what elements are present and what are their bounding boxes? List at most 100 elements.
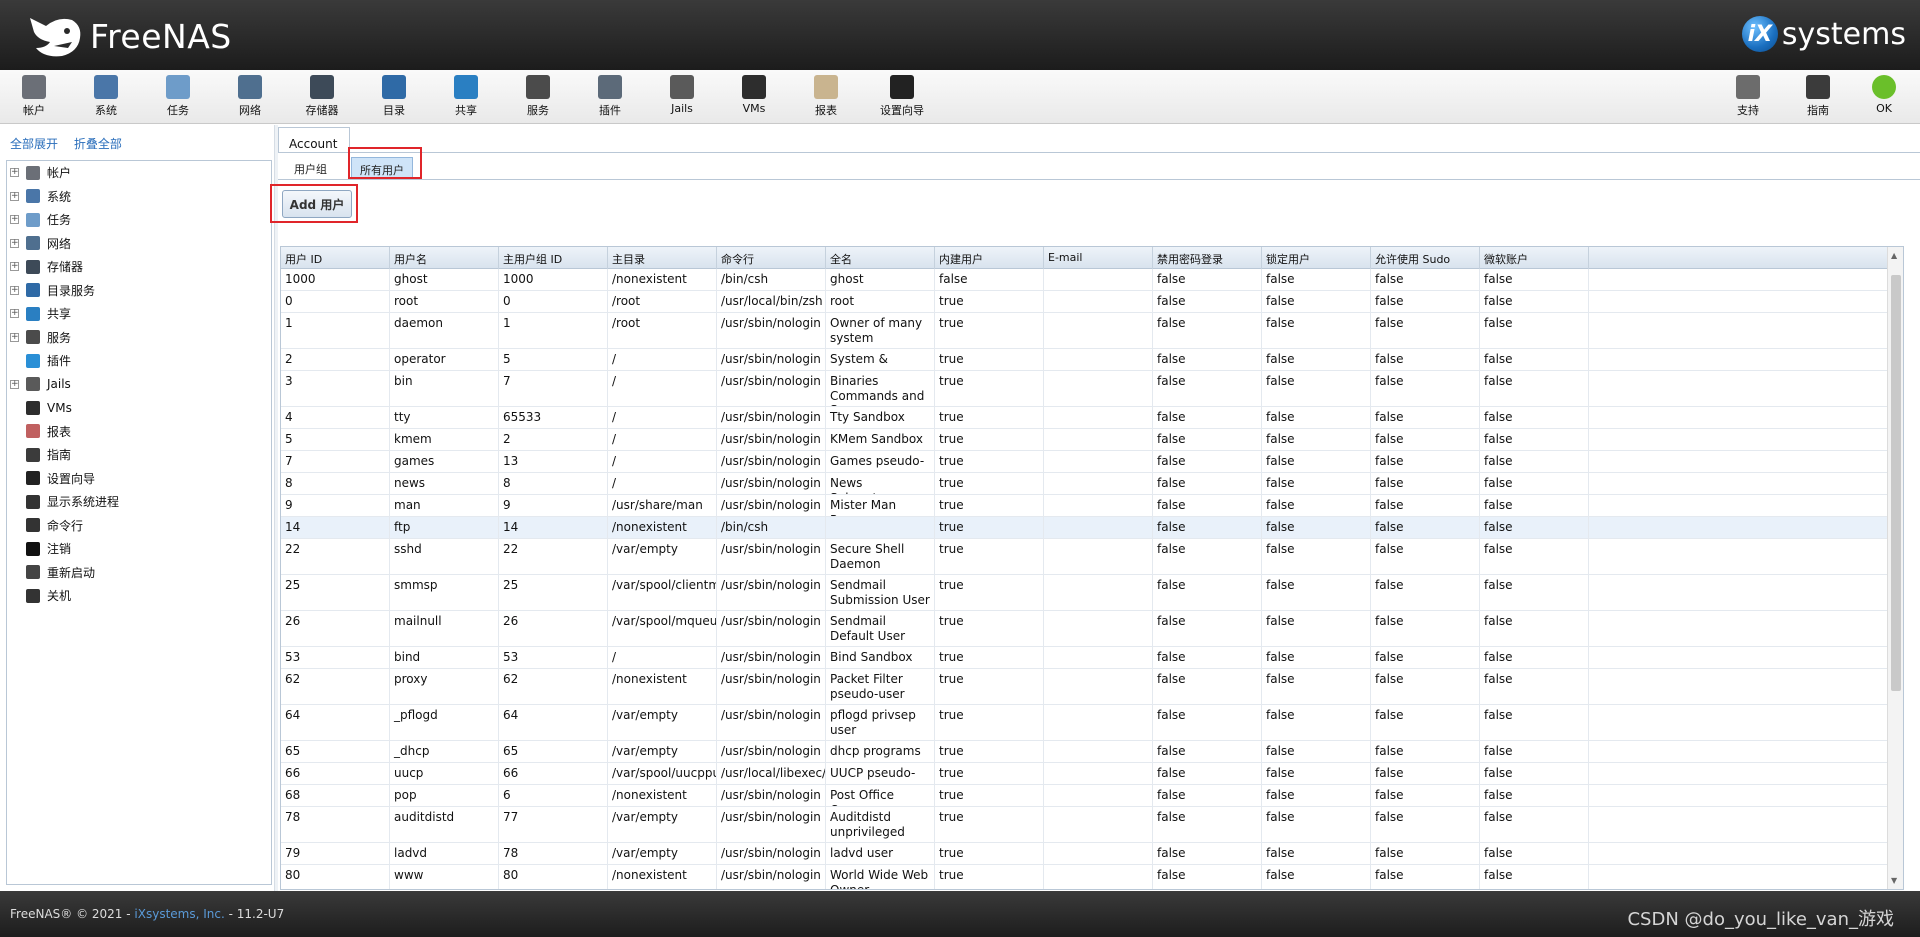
toolbar-reports-button[interactable]: 报表 xyxy=(796,75,856,118)
table-cell: / xyxy=(608,371,717,406)
column-header[interactable]: 禁用密码登录 xyxy=(1153,247,1262,269)
table-row[interactable]: 3 bin 7//usr/sbin/nologin Binaries Commands… xyxy=(281,371,1887,407)
sidebar-item-logout[interactable]: 注销 xyxy=(7,537,271,561)
shutdown-icon xyxy=(26,588,40,603)
toolbar-system-button[interactable]: 系统 xyxy=(76,75,136,118)
scrollbar-thumb[interactable] xyxy=(1891,275,1901,691)
toolbar-tasks-button[interactable]: 任务 xyxy=(148,75,208,118)
toolbar-wizard-button[interactable]: 设置向导 xyxy=(872,75,932,118)
column-header[interactable]: 命令行 xyxy=(717,247,826,269)
toolbar-users-button[interactable]: 帐户 xyxy=(4,75,64,118)
table-row[interactable]: 0 root 0/root/usr/local/bin/zsh root true fal… xyxy=(281,291,1887,313)
table-row[interactable]: 68 pop 6/nonexistent/usr/sbin/nologin Post … xyxy=(281,785,1887,807)
table-row[interactable]: 1 daemon 1/root/usr/sbin/nologin Owner of m… xyxy=(281,313,1887,349)
toolbar-support-button[interactable]: 支持 xyxy=(1718,75,1778,118)
toolbar-plugins-button[interactable]: 插件 xyxy=(580,75,640,118)
sidebar-item-network[interactable]: + 网络 xyxy=(7,232,271,256)
toolbar-guide-button[interactable]: 指南 xyxy=(1788,75,1848,118)
sidebar-item-shutdown[interactable]: 关机 xyxy=(7,584,271,608)
ixsystems-logo[interactable]: iX systems xyxy=(1741,16,1906,52)
sidebar-item-jails[interactable]: + Jails xyxy=(7,373,271,397)
sidebar-item-label: 指南 xyxy=(47,448,72,463)
sidebar-item-services[interactable]: + 服务 xyxy=(7,326,271,350)
column-header[interactable]: 锁定用户 xyxy=(1262,247,1371,269)
tab-account[interactable]: Account xyxy=(278,127,350,153)
sidebar-item-wizard[interactable]: 设置向导 xyxy=(7,467,271,491)
table-row[interactable]: 66uucp66/var/spool/uucppublic/usr/local/… xyxy=(281,763,1887,785)
toolbar-vms-button[interactable]: VMs xyxy=(724,75,784,115)
scroll-down-icon[interactable]: ▼ xyxy=(1891,876,1897,885)
grid-scrollbar[interactable]: ▲ ▼ xyxy=(1887,247,1903,889)
table-row[interactable]: 78 auditdistd 77/var/empty/usr/sbin/nologi… xyxy=(281,807,1887,843)
expand-toggle-icon[interactable]: + xyxy=(10,168,19,178)
sidebar-item-directory[interactable]: + 目录服务 xyxy=(7,279,271,303)
sidebar-item-system[interactable]: + 系统 xyxy=(7,185,271,209)
table-row[interactable]: 9 man 9/usr/share/man/usr/sbin/nologin Mist… xyxy=(281,495,1887,517)
expand-all-link[interactable]: 全部展开 xyxy=(10,137,58,151)
column-header[interactable]: E-mail xyxy=(1044,247,1153,269)
table-row[interactable]: 79 ladvd 78/var/empty/usr/sbin/nologin ladv… xyxy=(281,843,1887,865)
table-row[interactable]: 25smmsp25/var/spool/clientmqueue/usr/sbi… xyxy=(281,575,1887,611)
table-row[interactable]: 22 sshd 22/var/empty/usr/sbin/nologin Secur… xyxy=(281,539,1887,575)
column-header[interactable]: 允许使用 Sudo xyxy=(1371,247,1480,269)
sidebar-item-users[interactable]: + 帐户 xyxy=(7,161,271,185)
table-cell: 66 xyxy=(281,763,390,784)
sidebar-item-vms[interactable]: VMs xyxy=(7,396,271,420)
table-cell: false xyxy=(1262,517,1371,538)
expand-toggle-icon[interactable]: + xyxy=(10,215,19,225)
toolbar-storage-button[interactable]: 存储器 xyxy=(292,75,352,118)
company-link[interactable]: iXsystems, Inc. xyxy=(134,907,224,921)
sidebar-item-storage[interactable]: + 存储器 xyxy=(7,255,271,279)
column-header[interactable]: 用户名 xyxy=(390,247,499,269)
process-icon xyxy=(26,494,40,509)
column-header[interactable]: 用户 ID xyxy=(281,247,390,269)
expand-toggle-icon[interactable]: + xyxy=(10,262,19,272)
table-row[interactable]: 26 mailnull 26/var/spool/mqueue/usr/sbin/n… xyxy=(281,611,1887,647)
sidebar-item-plugins[interactable]: 插件 xyxy=(7,349,271,373)
collapse-all-link[interactable]: 折叠全部 xyxy=(74,137,122,151)
table-cell xyxy=(1044,291,1153,312)
table-row[interactable]: 5 kmem 2//usr/sbin/nologin KMem Sandbox true… xyxy=(281,429,1887,451)
sidebar-item-guide[interactable]: 指南 xyxy=(7,443,271,467)
sidebar-item-tasks[interactable]: + 任务 xyxy=(7,208,271,232)
toolbar-status-ok-button[interactable]: OK xyxy=(1854,75,1914,115)
table-row[interactable]: 7games13//usr/sbin/nologinGames pseudo-u… xyxy=(281,451,1887,473)
toolbar-share-button[interactable]: 共享 xyxy=(436,75,496,118)
table-row[interactable]: 53 bind 53//usr/sbin/nologin Bind Sandbox tr… xyxy=(281,647,1887,669)
expand-toggle-icon[interactable]: + xyxy=(10,332,19,342)
scroll-up-icon[interactable]: ▲ xyxy=(1891,251,1897,260)
table-cell: true xyxy=(935,429,1044,450)
toolbar-network-button[interactable]: 网络 xyxy=(220,75,280,118)
sidebar-item-share[interactable]: + 共享 xyxy=(7,302,271,326)
expand-toggle-icon[interactable]: + xyxy=(10,309,19,319)
table-row[interactable]: 1000 ghost 1000/nonexistent/bin/csh ghost fa… xyxy=(281,269,1887,291)
column-header[interactable]: 内建用户 xyxy=(935,247,1044,269)
table-row[interactable]: 14 ftp 14/nonexistent/bin/csh true false fals… xyxy=(281,517,1887,539)
expand-toggle-icon[interactable]: + xyxy=(10,379,19,389)
table-row[interactable]: 62 proxy 62/nonexistent/usr/sbin/nologin Pa… xyxy=(281,669,1887,705)
expand-toggle-icon[interactable]: + xyxy=(10,191,19,201)
expand-toggle-icon[interactable]: + xyxy=(10,238,19,248)
toolbar-jails-button[interactable]: Jails xyxy=(652,75,712,115)
table-row[interactable]: 4 tty 65533//usr/sbin/nologin Tty Sandbox tr… xyxy=(281,407,1887,429)
sidebar-item-shell[interactable]: 命令行 xyxy=(7,514,271,538)
column-header[interactable]: 主目录 xyxy=(608,247,717,269)
freenas-logo[interactable]: FreeNAS xyxy=(24,12,232,60)
subtab-groups[interactable]: 用户组 xyxy=(286,157,335,179)
sidebar-item-reports[interactable]: 报表 xyxy=(7,420,271,444)
table-row[interactable]: 64 _pflogd 64/var/empty/usr/sbin/nologin pf… xyxy=(281,705,1887,741)
column-header[interactable]: 主用户组 ID xyxy=(499,247,608,269)
table-row[interactable]: 65 _dhcp 65/var/empty/usr/sbin/nologin dhcp… xyxy=(281,741,1887,763)
column-header[interactable]: 全名 xyxy=(826,247,935,269)
table-row[interactable]: 80 www 80/nonexistent/usr/sbin/nologin Worl… xyxy=(281,865,1887,889)
sidebar-item-process[interactable]: 显示系统进程 xyxy=(7,490,271,514)
toolbar-directory-button[interactable]: 目录 xyxy=(364,75,424,118)
toolbar-services-button[interactable]: 服务 xyxy=(508,75,568,118)
table-cell: false xyxy=(1262,313,1371,348)
sidebar-item-label: 共享 xyxy=(47,307,72,322)
column-header[interactable]: 微软账户 xyxy=(1480,247,1589,269)
table-row[interactable]: 8news8//usr/sbin/nologinNews Subsystemtr… xyxy=(281,473,1887,495)
sidebar-item-reboot[interactable]: 重新启动 xyxy=(7,561,271,585)
expand-toggle-icon[interactable]: + xyxy=(10,285,19,295)
table-row[interactable]: 2 operator 5//usr/sbin/nologin System & true… xyxy=(281,349,1887,371)
